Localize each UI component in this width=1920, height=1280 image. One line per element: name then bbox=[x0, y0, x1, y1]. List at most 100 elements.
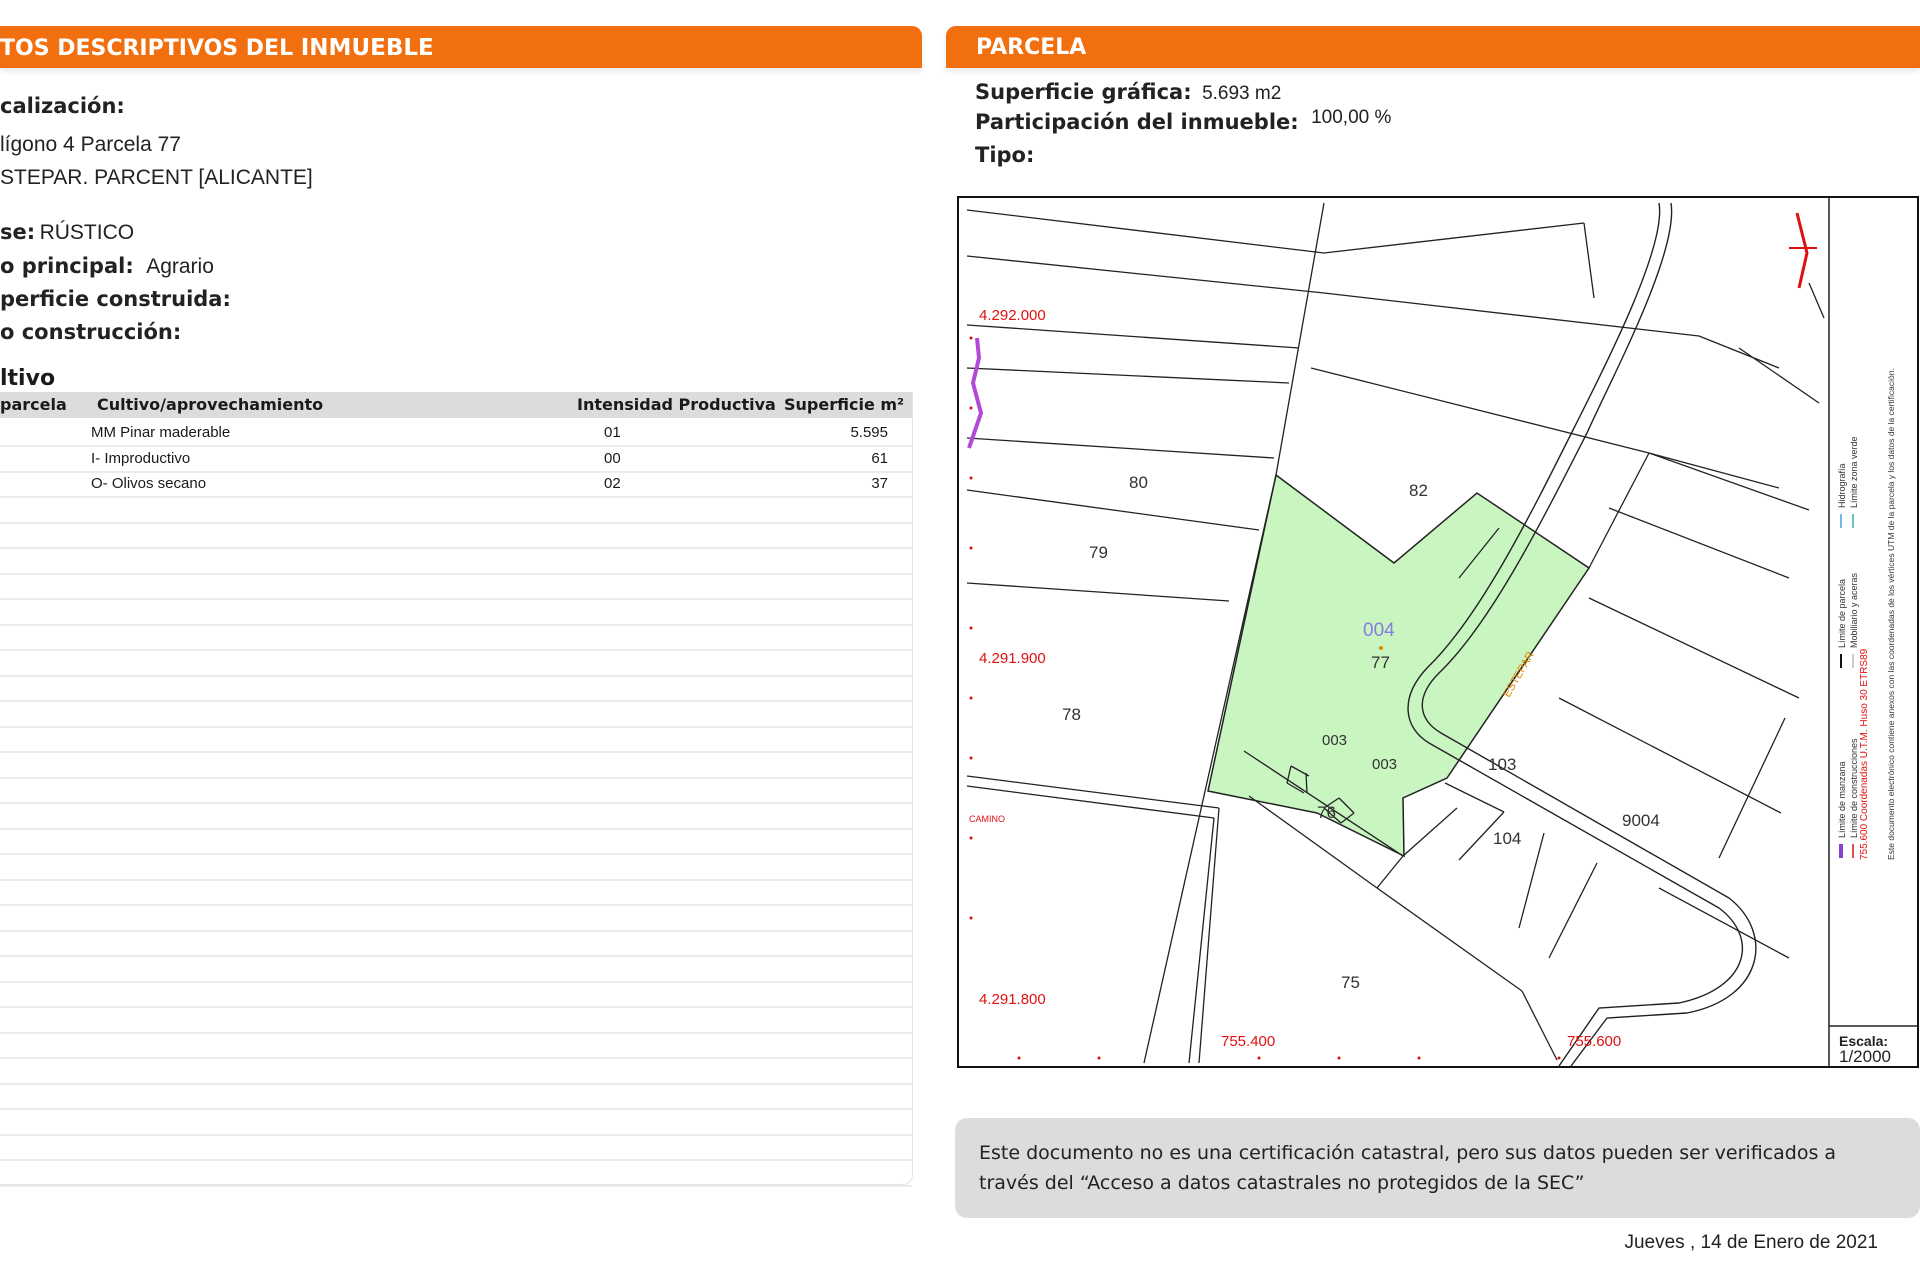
empty-table-row bbox=[0, 1058, 912, 1085]
empty-table-row bbox=[0, 879, 912, 906]
participacion-label: Participación del inmueble: bbox=[975, 110, 1299, 134]
table-row: O- Olivos secano 02 37 bbox=[0, 471, 912, 498]
clase-label: se: bbox=[0, 220, 36, 244]
superficie-grafica-label: Superficie gráfica: bbox=[975, 80, 1192, 104]
parcel-label-80: 80 bbox=[1129, 473, 1148, 492]
legend-doc-note: Este documento electrónico contiene anex… bbox=[1886, 368, 1896, 860]
empty-table-row bbox=[0, 803, 912, 830]
header-text-parcela: PARCELA bbox=[976, 35, 1087, 60]
empty-table-row bbox=[0, 1109, 912, 1136]
parcel-label-79: 79 bbox=[1089, 543, 1108, 562]
superficie-grafica-row: Superficie gráfica: 5.693 m2 bbox=[975, 80, 1281, 105]
empty-table-row bbox=[0, 726, 912, 753]
header-text-part2: INMUEBLE bbox=[300, 35, 434, 61]
north-arrow-icon bbox=[1789, 212, 1817, 289]
disclaimer-note: Este documento no es una certificación c… bbox=[955, 1118, 1920, 1218]
localizacion-label: calización: bbox=[0, 94, 125, 118]
cell-superficie: 5.595 bbox=[850, 424, 888, 441]
cultivo-table: parcela Cultivo/aprovechamiento Intensid… bbox=[0, 392, 913, 1187]
cadastral-map: 4.292.000 4.291.900 4.291.800 755.400 75… bbox=[957, 196, 1919, 1068]
uso-row: o principal: Agrario bbox=[0, 254, 214, 279]
col-header-cultivo: Cultivo/aprovechamiento bbox=[97, 395, 324, 414]
stream-line bbox=[967, 337, 984, 449]
clase-value: RÚSTICO bbox=[39, 221, 135, 244]
table-header: parcela Cultivo/aprovechamiento Intensid… bbox=[0, 392, 912, 418]
main-parcel-shape bbox=[1207, 473, 1591, 858]
coord-y-1: 4.292.000 bbox=[979, 307, 1046, 324]
map-drawing: 4.292.000 4.291.900 4.291.800 755.400 75… bbox=[966, 198, 1917, 1066]
empty-table-row bbox=[0, 777, 912, 804]
cell-intensidad: 02 bbox=[604, 475, 621, 492]
empty-table-row bbox=[0, 599, 912, 626]
participacion-row: Participación del inmueble: 100,00 % bbox=[975, 107, 1392, 135]
empty-table-row bbox=[0, 1160, 912, 1187]
header-text-part1: TOS DESCRIPTIVOS DEL bbox=[0, 36, 301, 61]
empty-table-row bbox=[0, 497, 912, 524]
empty-table-row bbox=[0, 650, 912, 677]
coord-x-1: 755.400 bbox=[1221, 1033, 1275, 1050]
empty-table-row bbox=[0, 624, 912, 651]
col-header-parcela: parcela bbox=[0, 395, 67, 414]
cell-superficie: 61 bbox=[871, 449, 888, 467]
cell-cultivo: I- Improductivo bbox=[91, 449, 191, 467]
parcel-label-78: 78 bbox=[1062, 705, 1081, 724]
sub-label-003-a: 003 bbox=[1322, 732, 1347, 749]
empty-table-row bbox=[0, 981, 912, 1008]
empty-table-row bbox=[0, 1032, 912, 1059]
empty-table-row bbox=[0, 701, 912, 728]
uso-label: o principal: bbox=[0, 254, 134, 278]
localizacion-line2: STEPAR. PARCENT [ALICANTE] bbox=[0, 166, 313, 189]
document-date: Jueves , 14 de Enero de 2021 bbox=[1624, 1232, 1878, 1253]
clase-row: se: RÚSTICO bbox=[0, 220, 134, 245]
road-edge-2 bbox=[1421, 202, 1757, 1066]
section-header-inmueble: TOS DESCRIPTIVOS DEL INMUEBLE bbox=[0, 26, 922, 68]
camino-label: CAMINO bbox=[969, 814, 1005, 824]
empty-table-row bbox=[0, 548, 912, 575]
legend-limite-construcciones: Límite de construcciones bbox=[1849, 738, 1859, 838]
empty-table-row bbox=[0, 1134, 912, 1161]
parcel-label-9004: 9004 bbox=[1622, 811, 1660, 830]
superficie-grafica-value: 5.693 m2 bbox=[1202, 83, 1282, 104]
col-header-intensidad: Intensidad Productiva bbox=[577, 395, 776, 414]
empty-table-row bbox=[0, 752, 912, 779]
legend-mobiliario: Mobiliario y aceras bbox=[1849, 572, 1859, 648]
empty-table-row bbox=[0, 930, 912, 957]
main-parcel-marker bbox=[1379, 646, 1383, 650]
localizacion-line1: lígono 4 Parcela 77 bbox=[0, 133, 181, 156]
main-parcel-number: 77 bbox=[1371, 653, 1390, 672]
parcel-label-75: 75 bbox=[1341, 973, 1360, 992]
sub-label-003-b: 003 bbox=[1372, 756, 1397, 773]
coord-y-2: 4.291.900 bbox=[979, 650, 1046, 667]
uso-value: Agrario bbox=[146, 255, 214, 278]
participacion-value: 100,00 % bbox=[1311, 107, 1392, 128]
empty-table-row bbox=[0, 1007, 912, 1034]
legend-limite-manzana: Límite de manzana bbox=[1837, 761, 1847, 838]
table-row: I- Improductivo 00 61 bbox=[0, 446, 912, 473]
cell-superficie: 37 bbox=[871, 475, 888, 492]
col-header-superficie: Superficie m² bbox=[784, 395, 905, 414]
legend-limite-parcela: Límite de parcela bbox=[1837, 579, 1847, 648]
table-row: MM Pinar maderable 01 5.595 bbox=[0, 420, 912, 447]
main-parcel-code: 004 bbox=[1363, 620, 1395, 641]
empty-table-row bbox=[0, 1083, 912, 1110]
parcel-label-76: 76 bbox=[1317, 803, 1336, 822]
empty-table-row bbox=[0, 828, 912, 855]
coord-x-2: 755.600 bbox=[1567, 1033, 1621, 1050]
empty-table-row bbox=[0, 573, 912, 600]
empty-table-row bbox=[0, 905, 912, 932]
ano-construccion-label: o construcción: bbox=[0, 320, 182, 344]
legend-hidrografia: Hidrografía bbox=[1837, 463, 1847, 508]
coord-y-3: 4.291.800 bbox=[979, 991, 1046, 1008]
cell-intensidad: 00 bbox=[604, 449, 621, 467]
legend-coords-note: 755.600 Coordenadas U.T.M. Huso 30 ETRS8… bbox=[1859, 648, 1870, 860]
cell-intensidad: 01 bbox=[604, 424, 621, 441]
parcel-label-104: 104 bbox=[1493, 829, 1521, 848]
scale-value: 1/2000 bbox=[1839, 1047, 1891, 1066]
empty-table-row bbox=[0, 854, 912, 881]
section-header-parcela: PARCELA bbox=[946, 26, 1920, 68]
legend-zona-verde: Límite zona verde bbox=[1849, 436, 1859, 508]
map-legend: Límite de manzana Límite de construccion… bbox=[1837, 436, 1859, 858]
cell-cultivo: MM Pinar maderable bbox=[91, 424, 231, 441]
empty-table-row bbox=[0, 522, 912, 549]
empty-table-row bbox=[0, 956, 912, 983]
